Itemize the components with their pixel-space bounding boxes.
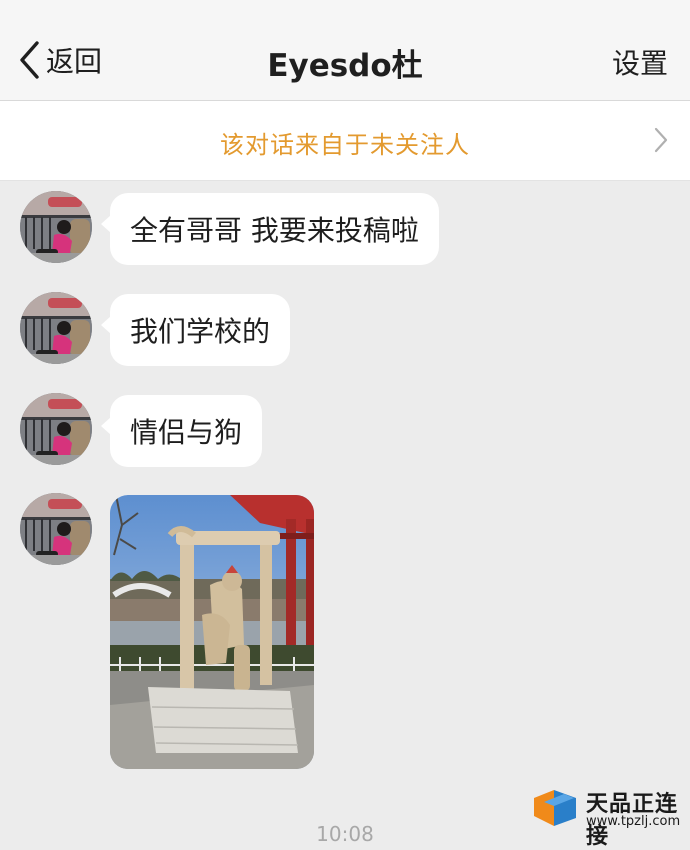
settings-button[interactable]: 设置 (612, 42, 668, 82)
chevron-right-icon (654, 127, 668, 157)
cube-logo-icon (530, 786, 580, 836)
unfollowed-notice-banner[interactable]: 该对话来自于未关注人 (0, 101, 690, 181)
avatar[interactable] (20, 493, 92, 565)
message-bubble[interactable]: 情侣与狗 (100, 395, 263, 467)
message-bubble[interactable]: 我们学校的 (100, 294, 291, 366)
notice-text: 该对话来自于未关注人 (220, 131, 470, 159)
watermark-url: www.tpzlj.com (586, 814, 681, 829)
nav-bar: 返回 Eyesdo杜 设置 (0, 0, 690, 101)
avatar[interactable] (20, 292, 92, 364)
conversation-title: Eyesdo杜 (267, 48, 423, 84)
avatar[interactable] (20, 393, 92, 465)
site-watermark: 天品正连接 www.tpzlj.com (530, 784, 690, 849)
photo-message[interactable] (110, 495, 314, 769)
message-bubble[interactable]: 全有哥哥 我要来投稿啦 (101, 193, 439, 265)
avatar[interactable] (20, 191, 92, 263)
photo-image (110, 495, 314, 769)
